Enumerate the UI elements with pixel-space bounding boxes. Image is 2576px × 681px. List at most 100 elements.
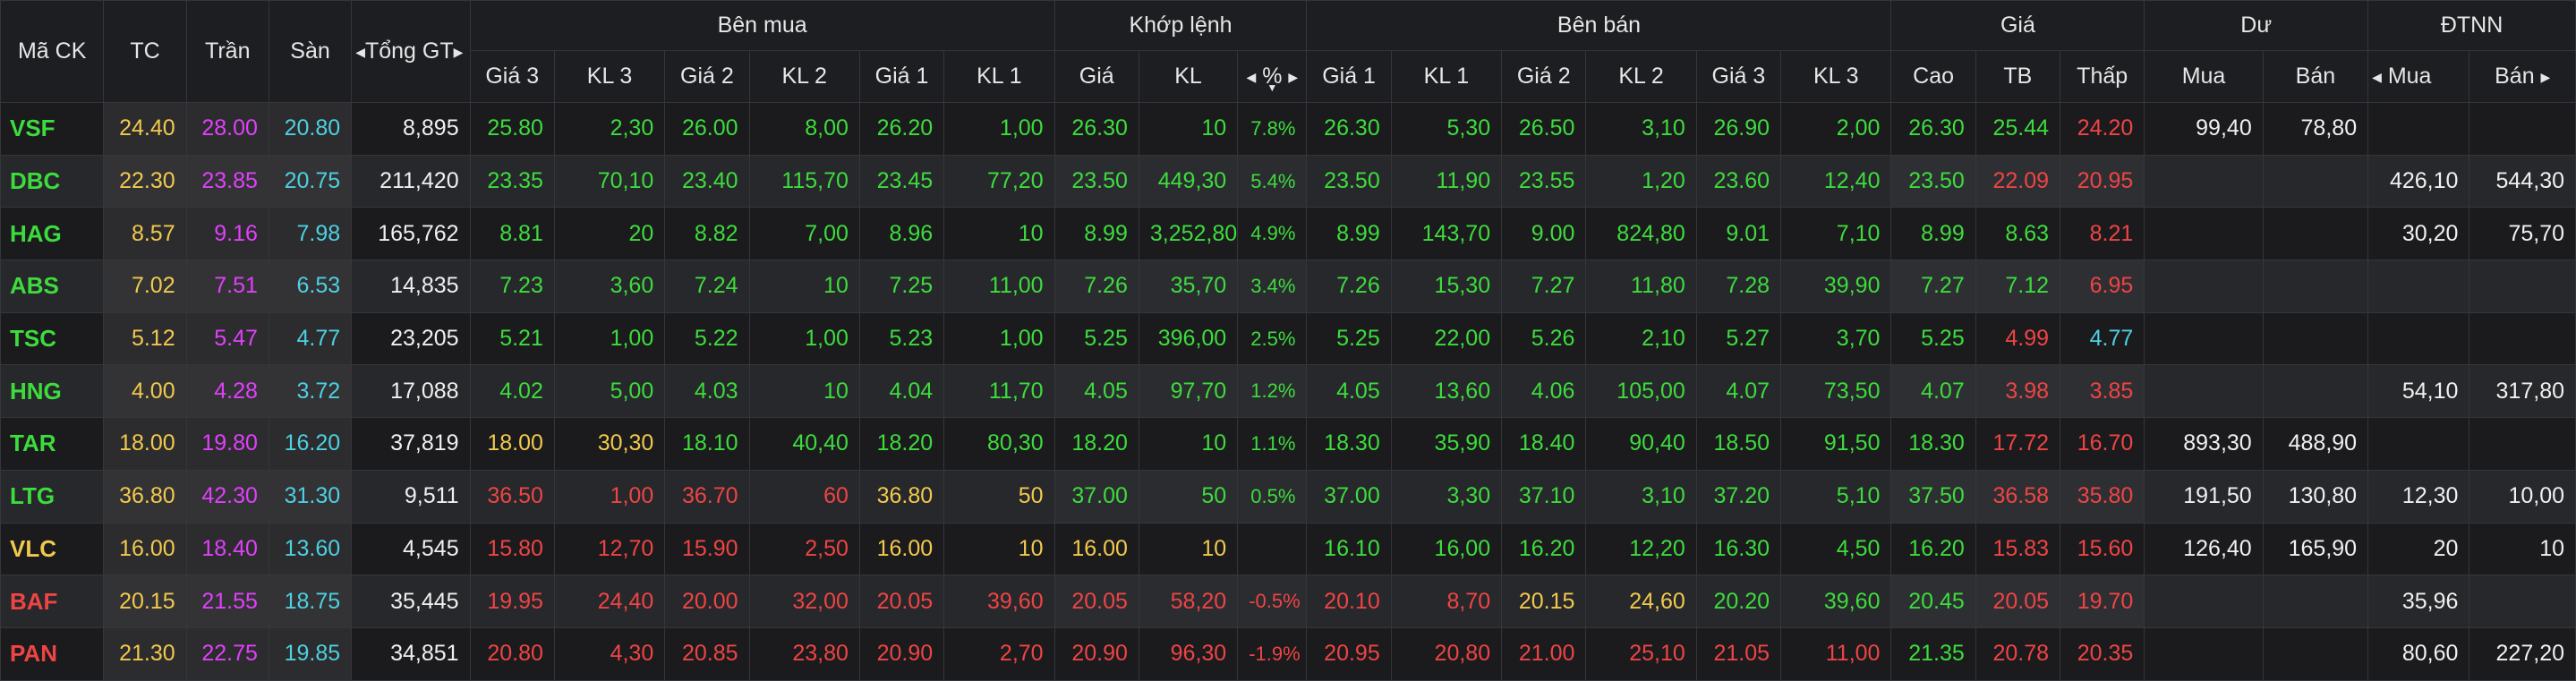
foreign-sell-cell: 227,20: [2469, 626, 2576, 681]
ask-price-2: 16.20: [1501, 522, 1587, 576]
match-percent-cell: 4.9%: [1237, 207, 1308, 261]
ceiling-price-cell: 21.55: [185, 575, 269, 628]
col-header-buy-3[interactable]: Giá 2: [664, 50, 750, 103]
col-header-avg[interactable]: TB: [1975, 50, 2061, 103]
ask-price-2: 7.27: [1501, 260, 1587, 313]
match-price-cell: 5.25: [1053, 311, 1139, 366]
remain-buy-cell: 126,40: [2144, 522, 2264, 576]
col-header-total[interactable]: ◀Tổng GT▶: [351, 0, 471, 103]
ceiling-price-cell: 22.75: [185, 626, 269, 681]
col-header-sell-4[interactable]: KL 2: [1585, 50, 1697, 103]
match-percent-cell: -0.5%: [1237, 575, 1308, 628]
symbol-cell[interactable]: VSF: [0, 102, 105, 156]
remain-buy-cell: 893,30: [2144, 417, 2264, 471]
col-header-sell-5[interactable]: Giá 3: [1695, 50, 1782, 103]
col-header-remain-buy[interactable]: Mua: [2144, 50, 2264, 103]
table-row[interactable]: TSC 5.12 5.47 4.77 23,205 5.21 1,00 5.22 1,00 5.2…: [0, 311, 2576, 366]
col-header-foreign-buy[interactable]: ◀ Mua: [2367, 50, 2470, 103]
table-row[interactable]: ABS 7.02 7.51 6.53 14,835 7.23 3,60 7.24 10 7.25 1…: [0, 260, 2576, 313]
col-header-sell-6[interactable]: KL 3: [1780, 50, 1892, 103]
col-header-sell-1[interactable]: Giá 1: [1306, 50, 1392, 103]
foreign-buy-cell: 426,10: [2367, 154, 2470, 209]
table-row[interactable]: TAR 18.00 19.80 16.20 37,819 18.00 30,30 18.10 4…: [0, 417, 2576, 471]
col-header-foreign-sell[interactable]: Bán ▶: [2469, 50, 2576, 103]
col-header-floor[interactable]: Sàn: [268, 0, 353, 103]
symbol-cell[interactable]: DBC: [0, 154, 105, 209]
col-header-ref[interactable]: TC: [103, 0, 187, 103]
caret-left-icon[interactable]: ◀: [1246, 70, 1256, 85]
symbol-cell[interactable]: VLC: [0, 522, 105, 576]
col-header-sell-3[interactable]: Giá 2: [1501, 50, 1587, 103]
bid-volume-3: 3,60: [553, 260, 666, 313]
bid-price-2: 4.03: [664, 364, 750, 419]
table-row[interactable]: DBC 22.30 23.85 20.75 211,420 23.35 70,10 23.40…: [0, 154, 2576, 209]
table-row[interactable]: PAN 21.30 22.75 19.85 34,851 20.80 4,30 20.85 23…: [0, 626, 2576, 681]
symbol-cell[interactable]: TAR: [0, 417, 105, 471]
col-header-remain-sell[interactable]: Bán: [2262, 50, 2369, 103]
remain-sell-cell: [2262, 154, 2369, 209]
bid-price-1: 23.45: [858, 154, 945, 209]
col-header-buy-1[interactable]: Giá 3: [469, 50, 555, 103]
bid-volume-1: 10: [943, 522, 1055, 576]
symbol-cell[interactable]: ABS: [0, 260, 105, 313]
col-header-match-price[interactable]: Giá: [1053, 50, 1139, 103]
bid-volume-1: 50: [943, 469, 1055, 524]
col-header-low[interactable]: Thấp: [2060, 50, 2145, 103]
col-header-symbol[interactable]: Mã CK: [0, 0, 105, 103]
table-row[interactable]: HAG 8.57 9.16 7.98 165,762 8.81 20 8.82 7,00 8.96…: [0, 207, 2576, 261]
col-header-buy-2[interactable]: KL 3: [553, 50, 666, 103]
ask-price-3: 4.07: [1695, 364, 1782, 419]
ask-volume-1: 143,70: [1390, 207, 1503, 261]
caret-right-icon[interactable]: ▶: [454, 45, 464, 60]
bid-price-1: 36.80: [858, 469, 945, 524]
table-row[interactable]: VLC 16.00 18.40 13.60 4,545 15.80 12,70 15.90 2,…: [0, 522, 2576, 576]
caret-left-icon[interactable]: ◀: [355, 45, 365, 60]
bid-price-3: 7.23: [469, 260, 555, 313]
total-value-cell: 35,445: [351, 575, 471, 628]
total-value-cell: 9,511: [351, 469, 471, 524]
table-row[interactable]: LTG 36.80 42.30 31.30 9,511 36.50 1,00 36.70 60 3…: [0, 469, 2576, 524]
col-header-ceil[interactable]: Trần: [185, 0, 269, 103]
ask-price-1: 26.30: [1306, 102, 1392, 156]
symbol-cell[interactable]: HNG: [0, 364, 105, 419]
col-header-buy-6[interactable]: KL 1: [943, 50, 1055, 103]
bid-price-3: 20.80: [469, 626, 555, 681]
total-value-cell: 17,088: [351, 364, 471, 419]
total-value-cell: 8,895: [351, 102, 471, 156]
remain-sell-cell: 165,90: [2262, 522, 2369, 576]
bid-price-3: 18.00: [469, 417, 555, 471]
col-header-match-percent[interactable]: ◀ % ▼ ▶: [1237, 50, 1308, 103]
ask-price-2: 5.26: [1501, 311, 1587, 366]
remain-sell-cell: 130,80: [2262, 469, 2369, 524]
symbol-cell[interactable]: LTG: [0, 469, 105, 524]
foreign-sell-cell: 75,70: [2469, 207, 2576, 261]
remain-sell-cell: [2262, 207, 2369, 261]
symbol-cell[interactable]: HAG: [0, 207, 105, 261]
match-percent-cell: 1.1%: [1237, 417, 1308, 471]
symbol-cell[interactable]: BAF: [0, 575, 105, 628]
table-row[interactable]: BAF 20.15 21.55 18.75 35,445 19.95 24,40 20.00 3…: [0, 575, 2576, 628]
foreign-sell-cell: [2469, 417, 2576, 471]
foreign-buy-cell: 12,30: [2367, 469, 2470, 524]
table-row[interactable]: HNG 4.00 4.28 3.72 17,088 4.02 5,00 4.03 10 4.04 1…: [0, 364, 2576, 419]
symbol-cell[interactable]: TSC: [0, 311, 105, 366]
remain-buy-cell: [2144, 575, 2264, 628]
total-value-cell: 14,835: [351, 260, 471, 313]
col-header-buy-4[interactable]: KL 2: [748, 50, 860, 103]
caret-right-icon[interactable]: ▶: [2541, 70, 2551, 85]
ask-price-3: 9.01: [1695, 207, 1782, 261]
col-header-high[interactable]: Cao: [1890, 50, 1976, 103]
bid-volume-3: 2,30: [553, 102, 666, 156]
caret-left-icon[interactable]: ◀: [2372, 70, 2382, 85]
ask-price-2: 23.55: [1501, 154, 1587, 209]
table-row[interactable]: VSF 24.40 28.00 20.80 8,895 25.80 2,30 26.00 8,0…: [0, 102, 2576, 156]
symbol-cell[interactable]: PAN: [0, 626, 105, 681]
ceiling-price-cell: 23.85: [185, 154, 269, 209]
match-volume-cell: 50: [1138, 469, 1239, 524]
col-header-sell-2[interactable]: KL 1: [1390, 50, 1503, 103]
col-header-match-volume[interactable]: KL: [1138, 50, 1239, 103]
caret-right-icon[interactable]: ▶: [1288, 70, 1298, 85]
bid-volume-3: 4,30: [553, 626, 666, 681]
col-header-buy-5[interactable]: Giá 1: [858, 50, 945, 103]
foreign-buy-cell: 35,96: [2367, 575, 2470, 628]
